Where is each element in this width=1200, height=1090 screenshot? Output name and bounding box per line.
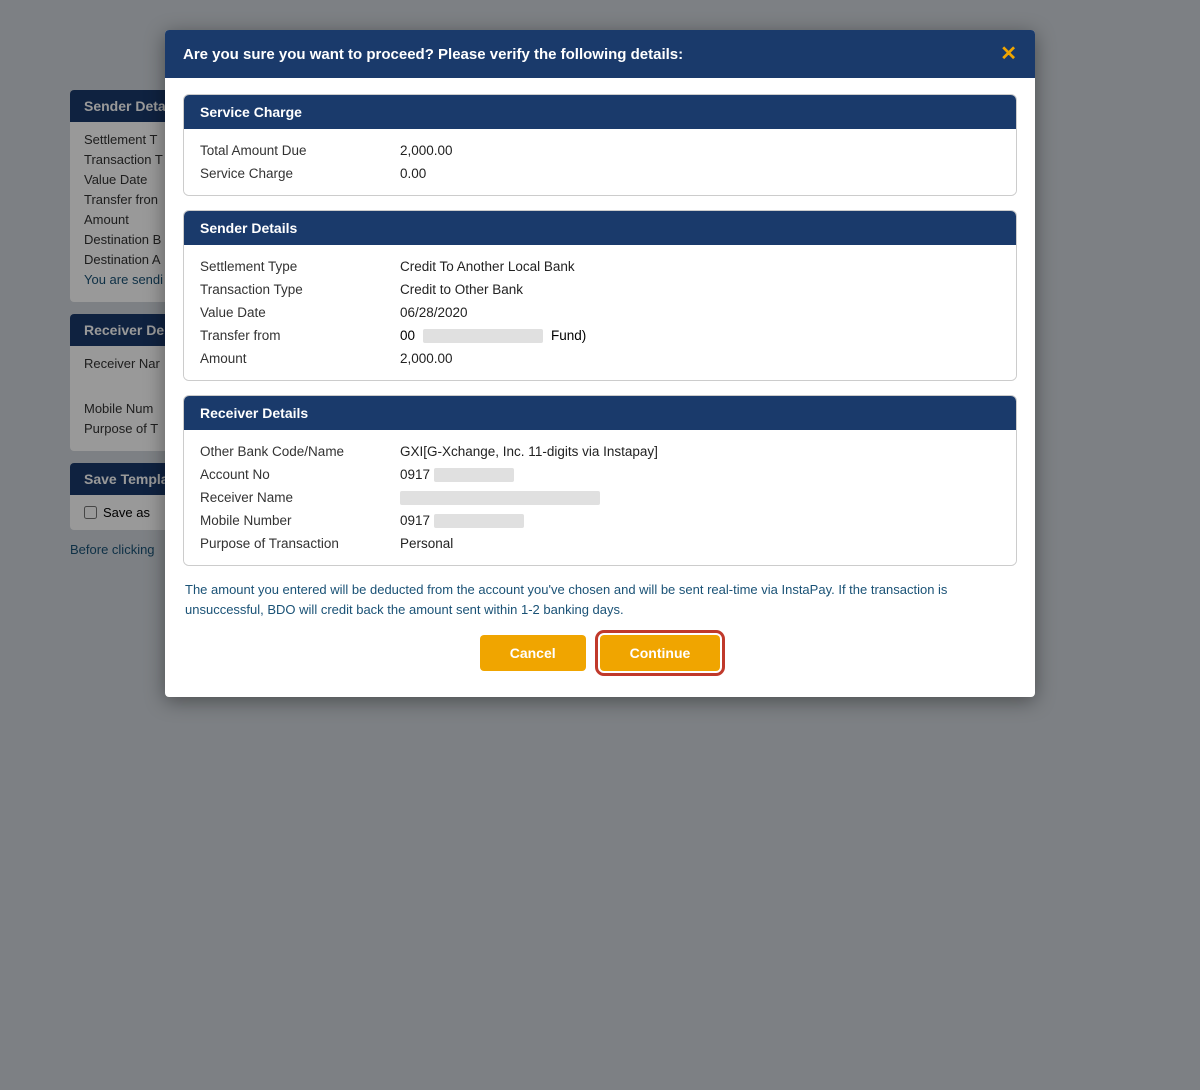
account-no-prefix: 0917 <box>400 467 430 482</box>
purpose-row: Purpose of Transaction Personal <box>200 536 1000 551</box>
mobile-number-prefix: 0917 <box>400 513 430 528</box>
service-charge-value: 0.00 <box>400 166 426 181</box>
button-row: Cancel Continue <box>183 635 1017 681</box>
transfer-from-label: Transfer from <box>200 328 400 343</box>
purpose-value: Personal <box>400 536 453 551</box>
transfer-from-value: 00 Fund) <box>400 328 586 343</box>
bank-code-row: Other Bank Code/Name GXI[G-Xchange, Inc.… <box>200 444 1000 459</box>
bank-code-value: GXI[G-Xchange, Inc. 11-digits via Instap… <box>400 444 658 459</box>
bank-code-label: Other Bank Code/Name <box>200 444 400 459</box>
transfer-from-row: Transfer from 00 Fund) <box>200 328 1000 343</box>
cancel-button[interactable]: Cancel <box>480 635 586 671</box>
transfer-from-prefix: 00 <box>400 328 415 343</box>
total-amount-row: Total Amount Due 2,000.00 <box>200 143 1000 158</box>
continue-button[interactable]: Continue <box>600 635 721 671</box>
value-date-label: Value Date <box>200 305 400 320</box>
modal-overlay: Are you sure you want to proceed? Please… <box>0 0 1200 1090</box>
settlement-type-label: Settlement Type <box>200 259 400 274</box>
account-no-redacted <box>434 468 514 482</box>
close-icon[interactable]: ✕ <box>1000 44 1017 64</box>
mobile-number-row: Mobile Number 0917 <box>200 513 1000 528</box>
amount-value: 2,000.00 <box>400 351 453 366</box>
mobile-number-redacted <box>434 514 524 528</box>
modal-header: Are you sure you want to proceed? Please… <box>165 30 1035 78</box>
purpose-label: Purpose of Transaction <box>200 536 400 551</box>
receiver-details-card: Receiver Details Other Bank Code/Name GX… <box>183 395 1017 566</box>
receiver-name-label: Receiver Name <box>200 490 400 505</box>
account-no-label: Account No <box>200 467 400 482</box>
modal-title: Are you sure you want to proceed? Please… <box>183 46 683 63</box>
sender-details-card: Sender Details Settlement Type Credit To… <box>183 210 1017 381</box>
value-date-value: 06/28/2020 <box>400 305 468 320</box>
value-date-row: Value Date 06/28/2020 <box>200 305 1000 320</box>
account-no-row: Account No 0917 <box>200 467 1000 482</box>
service-charge-card: Service Charge Total Amount Due 2,000.00… <box>183 94 1017 196</box>
total-amount-value: 2,000.00 <box>400 143 453 158</box>
service-charge-body: Total Amount Due 2,000.00 Service Charge… <box>184 129 1016 195</box>
sender-details-body: Settlement Type Credit To Another Local … <box>184 245 1016 380</box>
receiver-name-redacted <box>400 491 600 505</box>
service-charge-header: Service Charge <box>184 95 1016 129</box>
settlement-type-value: Credit To Another Local Bank <box>400 259 575 274</box>
receiver-details-body: Other Bank Code/Name GXI[G-Xchange, Inc.… <box>184 430 1016 565</box>
settlement-type-row: Settlement Type Credit To Another Local … <box>200 259 1000 274</box>
sender-details-header: Sender Details <box>184 211 1016 245</box>
total-amount-label: Total Amount Due <box>200 143 400 158</box>
modal-body: Service Charge Total Amount Due 2,000.00… <box>165 78 1035 697</box>
service-charge-row: Service Charge 0.00 <box>200 166 1000 181</box>
confirmation-modal: Are you sure you want to proceed? Please… <box>165 30 1035 697</box>
amount-row: Amount 2,000.00 <box>200 351 1000 366</box>
transaction-type-value: Credit to Other Bank <box>400 282 523 297</box>
transfer-from-redacted <box>423 329 543 343</box>
receiver-name-row: Receiver Name <box>200 490 1000 505</box>
receiver-details-header: Receiver Details <box>184 396 1016 430</box>
service-charge-label: Service Charge <box>200 166 400 181</box>
mobile-number-label: Mobile Number <box>200 513 400 528</box>
transfer-from-suffix: Fund) <box>551 328 586 343</box>
transaction-type-row: Transaction Type Credit to Other Bank <box>200 282 1000 297</box>
transaction-type-label: Transaction Type <box>200 282 400 297</box>
amount-label: Amount <box>200 351 400 366</box>
instapay-notice: The amount you entered will be deducted … <box>183 580 1017 619</box>
